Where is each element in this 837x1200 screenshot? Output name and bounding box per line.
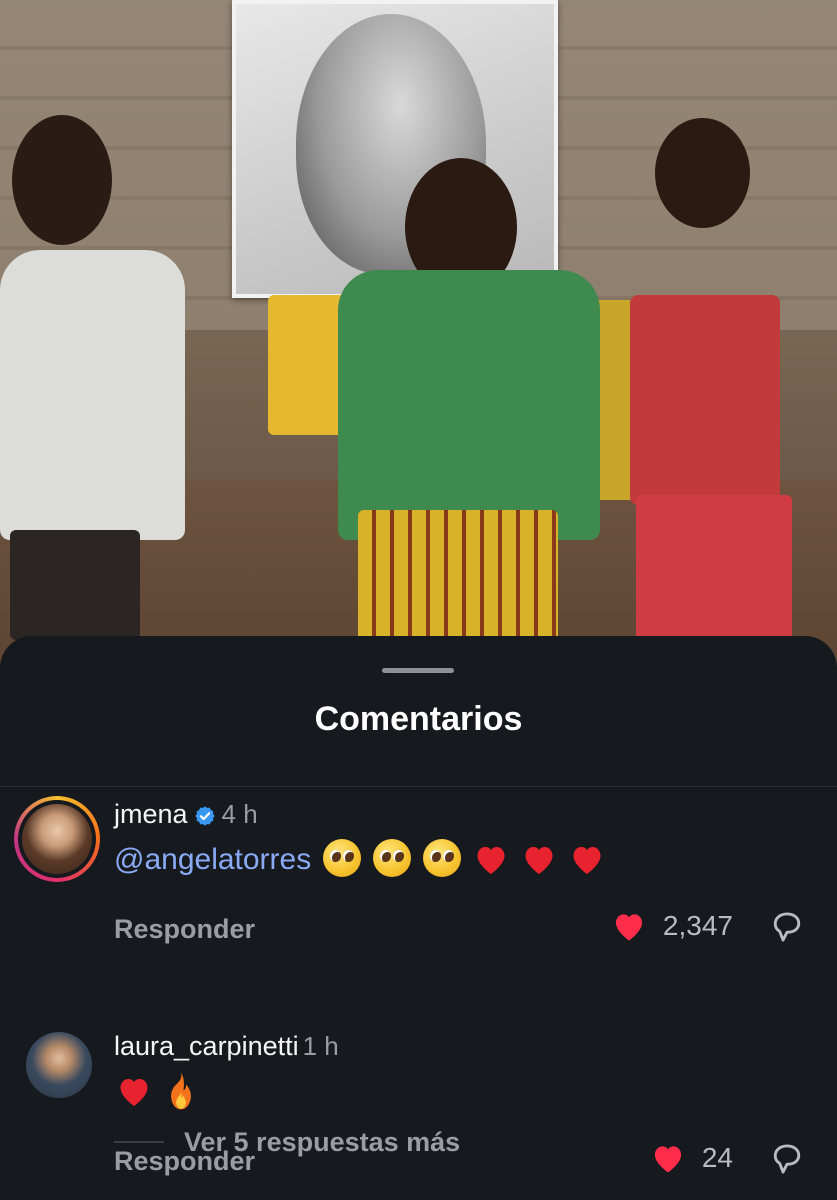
reply-button[interactable]: Responder — [114, 1146, 255, 1177]
replies-line — [114, 1141, 164, 1143]
heart-filled-icon — [615, 914, 643, 941]
mention-link[interactable]: @angelatorres — [114, 843, 311, 876]
comment-header: jmena 4 h — [114, 796, 258, 832]
avatar[interactable] — [22, 804, 92, 874]
person-left-head — [12, 115, 112, 245]
verified-badge-icon — [194, 806, 215, 826]
person-left — [0, 250, 185, 540]
sheet-grabber-handle[interactable] — [382, 668, 454, 673]
divider — [0, 786, 837, 787]
username[interactable]: laura_carpinetti — [114, 1031, 299, 1061]
person-right-head — [655, 118, 750, 228]
person-center-pants — [358, 510, 558, 650]
pleading-face-emoji — [323, 839, 362, 878]
timestamp: 1 h — [302, 1031, 339, 1061]
comment-text — [104, 1072, 198, 1113]
comment-text: @angelatorres — [114, 839, 605, 880]
username[interactable]: jmena — [114, 799, 188, 829]
dislike-icon[interactable] — [771, 910, 803, 944]
person-center — [338, 270, 600, 540]
person-yellow — [268, 295, 348, 435]
red-heart-emoji — [120, 1079, 148, 1107]
dislike-icon[interactable] — [771, 1142, 803, 1176]
sheet-title: Comentarios — [314, 700, 523, 738]
like-count: 2,347 — [662, 910, 733, 941]
heart-filled-icon — [654, 1146, 681, 1173]
comment-header: laura_carpinetti 1 h — [114, 1028, 339, 1064]
reply-button[interactable]: Responder — [114, 914, 255, 945]
fire-emoji — [171, 1072, 191, 1110]
red-heart-emoji — [573, 847, 601, 875]
like-button[interactable]: 2,347 — [611, 910, 733, 942]
video-background[interactable] — [0, 0, 837, 700]
red-heart-emoji — [525, 847, 553, 875]
person-right-legs — [636, 495, 792, 640]
timestamp: 4 h — [221, 799, 258, 829]
red-heart-emoji — [477, 847, 505, 875]
person-right — [630, 295, 780, 505]
pleading-face-emoji — [423, 839, 462, 878]
like-count: 24 — [701, 1142, 733, 1173]
person-left-legs — [10, 530, 140, 640]
avatar[interactable] — [26, 1032, 92, 1098]
like-button[interactable]: 24 — [650, 1142, 733, 1174]
pleading-face-emoji — [373, 839, 412, 878]
comments-sheet: Comentarios jmena 4 h @angelatorres Resp… — [0, 636, 837, 1200]
